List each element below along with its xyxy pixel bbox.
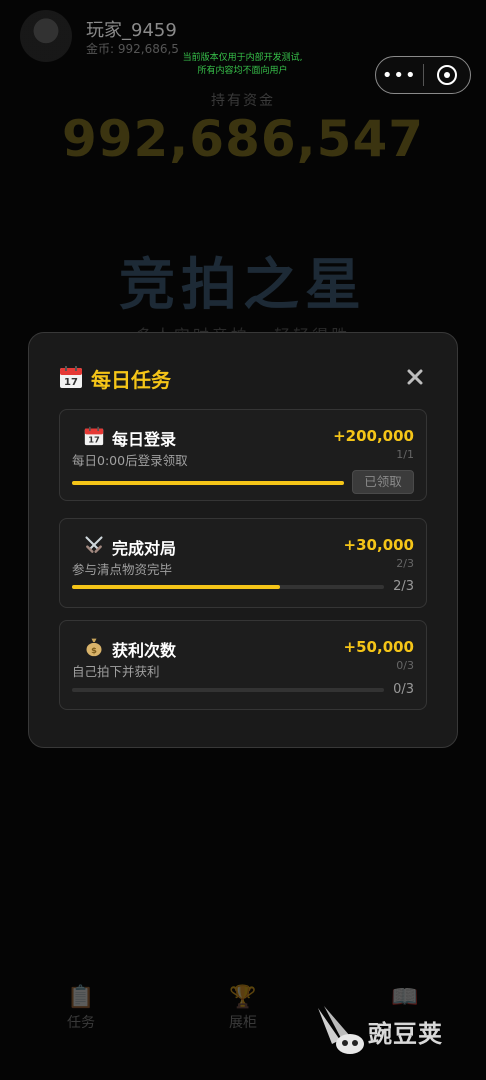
claimed-button[interactable]: 已领取: [352, 470, 414, 494]
svg-text:17: 17: [64, 377, 78, 388]
dev-notice: 当前版本仅用于内部开发测试, 所有内容均不面向用户: [160, 52, 325, 78]
player-name: 玩家_9459: [86, 20, 177, 41]
task-progress-count: 0/3: [393, 682, 414, 697]
close-icon[interactable]: [403, 365, 427, 389]
tab-tasks[interactable]: 📋 任务: [0, 985, 162, 1045]
modal-title: 每日任务: [91, 368, 171, 392]
avatar[interactable]: [20, 10, 72, 62]
calendar-icon: 17: [60, 366, 82, 388]
funds-label: 持有资金: [211, 93, 275, 109]
svg-text:$: $: [91, 645, 97, 655]
task-item-daily-login: 17 每日登录 每日0:00后登录领取 +200,000 1/1 已领取: [59, 409, 427, 501]
task-name: 获利次数: [112, 641, 177, 660]
dev-notice-line: 所有内容均不面向用户: [197, 66, 288, 76]
task-description: 自己拍下并获利: [72, 664, 160, 679]
task-description: 参与清点物资完毕: [72, 562, 173, 577]
task-progress-fill: [72, 481, 344, 485]
task-progress-bar: [72, 481, 344, 485]
task-progress-bar: [72, 688, 384, 692]
tab-showcase[interactable]: 🏆 展柜: [162, 985, 324, 1045]
task-reward: +200,000: [333, 427, 414, 445]
tab-label: 展柜: [229, 1015, 257, 1031]
task-item-complete-match: 完成对局 参与清点物资完毕 +30,000 2/3 2/3: [59, 518, 427, 608]
modal-header: 17 每日任务: [59, 363, 427, 397]
svg-text:17: 17: [88, 435, 100, 445]
funds-value: 992,686,547: [61, 110, 425, 168]
task-count: 1/1: [396, 448, 414, 461]
crossed-swords-icon: [85, 536, 103, 553]
task-name: 每日登录: [112, 430, 177, 449]
task-description: 每日0:00后登录领取: [72, 453, 188, 468]
task-progress-bar: [72, 585, 384, 589]
game-title: 竞拍之星: [119, 253, 367, 318]
trophy-icon: 🏆: [229, 985, 257, 1010]
dev-notice-line: 当前版本仅用于内部开发测试,: [182, 53, 303, 63]
daily-tasks-modal: 17 每日任务 17 每日登录 每日0:00后登录领取 +200,000 1/1…: [28, 332, 458, 748]
money-bag-icon: $: [86, 638, 102, 657]
more-icon[interactable]: •••: [376, 65, 423, 86]
target-icon: [436, 65, 457, 85]
task-count: 0/3: [396, 659, 414, 672]
task-progress-count: 2/3: [393, 579, 414, 594]
tab-label: 任务: [67, 1015, 95, 1031]
task-reward: +50,000: [343, 638, 414, 656]
watermark-text: 豌豆荚: [368, 1020, 443, 1048]
task-count: 2/3: [396, 557, 414, 570]
task-reward: +30,000: [343, 536, 414, 554]
clipboard-icon: 📋: [67, 985, 95, 1010]
close-mini-program-button[interactable]: [424, 65, 471, 85]
mini-program-capsule: •••: [375, 56, 471, 94]
task-item-profit-times: $ 获利次数 自己拍下并获利 +50,000 0/3 0/3: [59, 620, 427, 710]
task-progress-fill: [72, 585, 280, 589]
task-name: 完成对局: [112, 539, 177, 558]
calendar-icon: 17: [84, 426, 104, 446]
